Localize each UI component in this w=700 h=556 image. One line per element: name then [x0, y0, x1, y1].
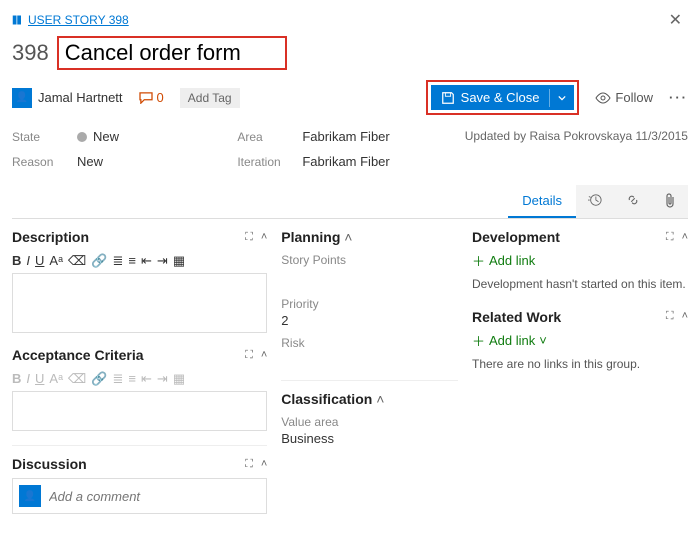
- collapse-icon[interactable]: ˄: [682, 310, 688, 323]
- tab-history[interactable]: [576, 185, 614, 218]
- expand-icon[interactable]: ⛶: [666, 310, 674, 323]
- clear-icon: ⌫: [68, 253, 86, 269]
- tab-links[interactable]: [614, 185, 652, 218]
- priority-label: Priority: [281, 297, 458, 311]
- collapse-icon[interactable]: ˄: [682, 231, 688, 244]
- iteration-label: Iteration: [237, 155, 302, 169]
- acceptance-toolbar[interactable]: BIUAᵃ⌫🔗≣≡⇤⇥▦: [12, 369, 267, 389]
- discussion-heading: Discussion: [12, 456, 87, 472]
- breadcrumb-link[interactable]: USER STORY 398: [28, 13, 129, 27]
- add-related-link-button[interactable]: ＋Add link ˅: [472, 331, 688, 350]
- related-heading: Related Work: [472, 309, 561, 325]
- state-value[interactable]: New: [77, 129, 119, 144]
- follow-button[interactable]: Follow: [595, 90, 653, 105]
- story-points-label: Story Points: [281, 253, 458, 267]
- save-icon: [441, 91, 455, 105]
- eye-icon: [595, 92, 611, 104]
- reason-label: Reason: [12, 155, 77, 169]
- acceptance-heading: Acceptance Criteria: [12, 347, 144, 363]
- development-helper: Development hasn't started on this item.: [472, 276, 688, 293]
- plus-icon: ＋: [472, 331, 485, 350]
- add-tag-button[interactable]: Add Tag: [180, 88, 240, 108]
- number-icon: ≡: [128, 253, 136, 269]
- development-heading: Development: [472, 229, 560, 245]
- indent-icon: ⇥: [157, 253, 168, 269]
- assignee[interactable]: 👤 Jamal Hartnett: [12, 88, 123, 108]
- book-icon: [12, 14, 24, 26]
- description-heading: Description: [12, 229, 89, 245]
- outdent-icon: ⇤: [141, 253, 152, 269]
- collapse-icon[interactable]: ˄: [261, 349, 267, 362]
- bullet-icon: ≣: [113, 253, 124, 269]
- expand-icon[interactable]: ⛶: [245, 349, 253, 362]
- state-dot-icon: [77, 132, 87, 142]
- comment-icon: [139, 92, 153, 104]
- area-label: Area: [237, 130, 302, 144]
- save-close-button[interactable]: Save & Close: [431, 85, 575, 110]
- acceptance-editor[interactable]: [12, 391, 267, 431]
- description-editor[interactable]: [12, 273, 267, 333]
- avatar-icon: 👤: [19, 485, 41, 507]
- underline-icon: U: [35, 253, 44, 269]
- image-icon: ▦: [173, 253, 185, 269]
- collapse-icon[interactable]: ˄: [261, 458, 267, 471]
- title-input[interactable]: [57, 36, 287, 70]
- follow-label: Follow: [615, 90, 653, 105]
- expand-icon[interactable]: ⛶: [666, 231, 674, 244]
- reason-value[interactable]: New: [77, 154, 103, 169]
- comments-count[interactable]: 0: [139, 90, 164, 105]
- breadcrumb[interactable]: USER STORY 398: [12, 13, 129, 27]
- risk-label: Risk: [281, 336, 458, 350]
- assignee-name: Jamal Hartnett: [38, 90, 123, 105]
- save-dropdown-caret[interactable]: [549, 89, 574, 107]
- save-label: Save & Close: [461, 90, 540, 105]
- tab-details[interactable]: Details: [508, 185, 576, 218]
- related-helper: There are no links in this group.: [472, 356, 688, 373]
- link-icon: 🔗: [91, 253, 107, 269]
- italic-icon: I: [26, 253, 30, 269]
- chevron-down-icon: ˅: [539, 333, 547, 348]
- iteration-value[interactable]: Fabrikam Fiber: [302, 154, 389, 169]
- plus-icon: ＋: [472, 251, 485, 270]
- classification-heading: Classification ˄: [281, 391, 384, 407]
- comments-number: 0: [157, 90, 164, 105]
- more-actions-button[interactable]: ···: [669, 90, 688, 105]
- comment-input[interactable]: [49, 489, 260, 504]
- collapse-icon[interactable]: ˄: [261, 231, 267, 244]
- close-icon[interactable]: ✕: [663, 8, 688, 32]
- expand-icon[interactable]: ⛶: [245, 458, 253, 471]
- value-area-label: Value area: [281, 415, 458, 429]
- tab-attachments[interactable]: [652, 185, 688, 218]
- description-toolbar[interactable]: BIU Aᵃ ⌫ 🔗 ≣≡ ⇤ ⇥ ▦: [12, 251, 267, 271]
- value-area-value[interactable]: Business: [281, 431, 458, 446]
- font-icon: Aᵃ: [49, 253, 63, 269]
- state-label: State: [12, 130, 77, 144]
- avatar-icon: 👤: [12, 88, 32, 108]
- updated-by-text: Updated by Raisa Pokrovskaya 11/3/2015: [463, 129, 688, 143]
- area-value[interactable]: Fabrikam Fiber: [302, 129, 389, 144]
- bold-icon: B: [12, 253, 21, 269]
- priority-value[interactable]: 2: [281, 313, 458, 328]
- add-dev-link-button[interactable]: ＋Add link: [472, 251, 688, 270]
- expand-icon[interactable]: ⛶: [245, 231, 253, 244]
- planning-heading: Planning ˄: [281, 229, 352, 245]
- work-item-id: 398: [12, 40, 49, 66]
